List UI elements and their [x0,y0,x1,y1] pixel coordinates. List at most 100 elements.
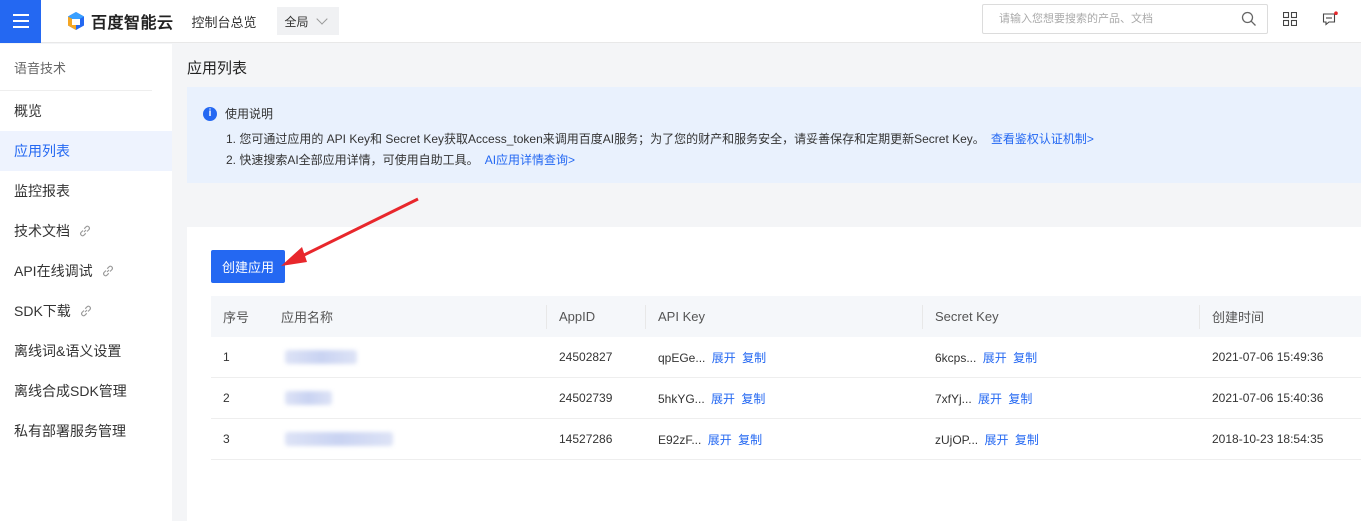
app-name-cell[interactable] [269,378,547,418]
secret-key-expand-link[interactable]: 展开 [983,351,1007,365]
app-grid-icon[interactable] [1283,12,1297,26]
secret-key-copy-link[interactable]: 复制 [1013,351,1037,365]
sidebar-menu: 概览应用列表监控报表技术文档 API在线调试 SDK下载离线词&语义设置 离线合成SD… [0,91,172,451]
sidebar-item[interactable]: 离线合成SDK管理 [0,371,172,411]
sidebar-item[interactable]: 私有部署服务管理 [0,411,172,451]
search-icon[interactable] [1241,11,1257,27]
app-name-cell[interactable] [269,419,547,459]
sidebar-title: 语音技术 [0,44,152,91]
auth-mechanism-link[interactable]: 查看鉴权认证机制> [991,132,1094,146]
usage-notice: i 使用说明 1. 您可通过应用的 API Key和 Secret Key获取A… [187,87,1361,183]
redacted-app-name [285,350,358,364]
menu-icon[interactable] [0,0,41,43]
secret-key-value: 7xfYj... [935,391,972,406]
sidebar-item-label: 技术文档 [14,223,70,239]
sidebar-item-label: 应用列表 [14,143,70,159]
region-select[interactable]: 全局 [276,7,339,35]
api-key-cell: qpEGe... 展开 复制 [646,349,923,366]
external-link-icon [80,225,90,237]
api-key-copy-link[interactable]: 复制 [741,392,765,406]
app-name-cell[interactable] [269,337,547,377]
sidebar: 语音技术 概览应用列表监控报表技术文档 API在线调试 SDK下载离线词&语义设置离… [0,44,172,521]
sidebar-item[interactable]: 离线词&语义设置 [0,331,172,371]
sidebar-item-label: 私有部署服务管理 [14,423,126,439]
sidebar-item-label: SDK下载 [14,303,71,319]
header-appid: AppID [547,304,646,329]
app-detail-query-link[interactable]: AI应用详情查询> [485,153,575,167]
sidebar-item-label: 离线合成SDK管理 [14,383,127,399]
header-index: 序号 [223,310,250,325]
app-table: 序号 应用名称 AppID API Key Secret Key 创建时间 1 2… [211,296,1361,460]
notice-heading-text: 使用说明 [225,107,274,121]
chevron-down-icon [315,13,328,25]
secret-key-cell: 6kcps... 展开 复制 [923,349,1200,366]
row-index: 2 [223,391,230,405]
app-list-card: 创建应用 序号 应用名称 AppID API Key Secret Key 创建… [187,227,1361,521]
sidebar-item[interactable]: SDK下载 [0,291,172,331]
api-key-copy-link[interactable]: 复制 [742,351,766,365]
search-box [982,4,1268,34]
header-app-name: 应用名称 [269,304,547,329]
created-time-cell: 2021-07-06 15:49:36 [1212,350,1324,364]
secret-key-expand-link[interactable]: 展开 [984,433,1008,447]
secret-key-value: 6kcps... [935,350,977,365]
secret-key-cell: zUjOP... 展开 复制 [923,431,1200,448]
secret-key-copy-link[interactable]: 复制 [1015,433,1039,447]
header-api-key: API Key [646,304,923,329]
brand-name: 百度智能云 [91,15,174,32]
top-bar: 百度智能云 控制台总览 全局 [0,0,1361,43]
table-row: 2 24502739 5hkYG... 展开 复制 7xfYj... 展开 复制 202… [211,378,1361,419]
api-key-value: qpEGe... [658,350,706,365]
brand-logo[interactable]: 百度智能云 [66,9,174,33]
table-row: 1 24502827 qpEGe... 展开 复制 6kcps... 展开 复制 202… [211,337,1361,378]
notice-heading: i 使用说明 [203,105,273,122]
external-link-icon [102,265,113,277]
secret-key-value: zUjOP... [935,432,979,447]
notice-line-1-text: 1. 您可通过应用的 API Key和 Secret Key获取Access_t… [226,132,985,146]
message-icon[interactable] [1322,11,1338,27]
notice-line-1: 1. 您可通过应用的 API Key和 Secret Key获取Access_t… [226,130,1094,147]
sidebar-item[interactable]: 应用列表 [0,131,172,171]
secret-key-expand-link[interactable]: 展开 [978,392,1002,406]
api-key-cell: E92zF... 展开 复制 [646,431,923,448]
api-key-cell: 5hkYG... 展开 复制 [646,390,923,407]
sidebar-item-label: 概览 [14,103,42,119]
api-key-expand-link[interactable]: 展开 [711,392,735,406]
created-time-cell: 2018-10-23 18:54:35 [1212,432,1324,446]
row-index: 3 [223,432,230,446]
sidebar-item-label: 监控报表 [14,183,70,199]
create-app-button[interactable]: 创建应用 [211,250,285,283]
brand-logo-icon [68,12,84,30]
notice-line-2-text: 2. 快速搜索AI全部应用详情，可使用自助工具。 [226,153,479,167]
sidebar-item[interactable]: 技术文档 [0,211,172,251]
row-index: 1 [223,350,230,364]
external-link-icon [80,305,91,317]
redacted-app-name [285,391,333,405]
sidebar-item[interactable]: API在线调试 [0,251,172,291]
api-key-expand-link[interactable]: 展开 [712,351,736,365]
table-body: 1 24502827 qpEGe... 展开 复制 6kcps... 展开 复制 202… [211,337,1361,460]
sidebar-item[interactable]: 监控报表 [0,171,172,211]
sidebar-item-label: API在线调试 [14,263,93,279]
api-key-value: 5hkYG... [658,391,705,406]
header-secret-key: Secret Key [923,304,1200,329]
appid-cell: 14527286 [559,432,613,446]
appid-cell: 24502827 [559,350,613,364]
created-time-cell: 2021-07-06 15:40:36 [1212,391,1324,405]
secret-key-copy-link[interactable]: 复制 [1008,392,1032,406]
info-icon: i [203,106,217,121]
page-title: 应用列表 [187,60,248,77]
secret-key-cell: 7xfYj... 展开 复制 [923,390,1200,407]
table-header: 序号 应用名称 AppID API Key Secret Key 创建时间 [211,296,1361,337]
api-key-expand-link[interactable]: 展开 [708,433,732,447]
sidebar-item-label: 离线词&语义设置 [14,343,122,359]
region-value: 全局 [284,14,309,29]
console-overview-link[interactable]: 控制台总览 [192,12,257,31]
api-key-copy-link[interactable]: 复制 [738,433,762,447]
header-created-time: 创建时间 [1212,310,1265,325]
search-input[interactable] [999,5,1239,33]
api-key-value: E92zF... [658,432,702,447]
sidebar-item[interactable]: 概览 [0,91,172,131]
table-row: 3 14527286 E92zF... 展开 复制 zUjOP... 展开 复制 201… [211,419,1361,460]
notice-line-2: 2. 快速搜索AI全部应用详情，可使用自助工具。 AI应用详情查询> [226,151,575,168]
